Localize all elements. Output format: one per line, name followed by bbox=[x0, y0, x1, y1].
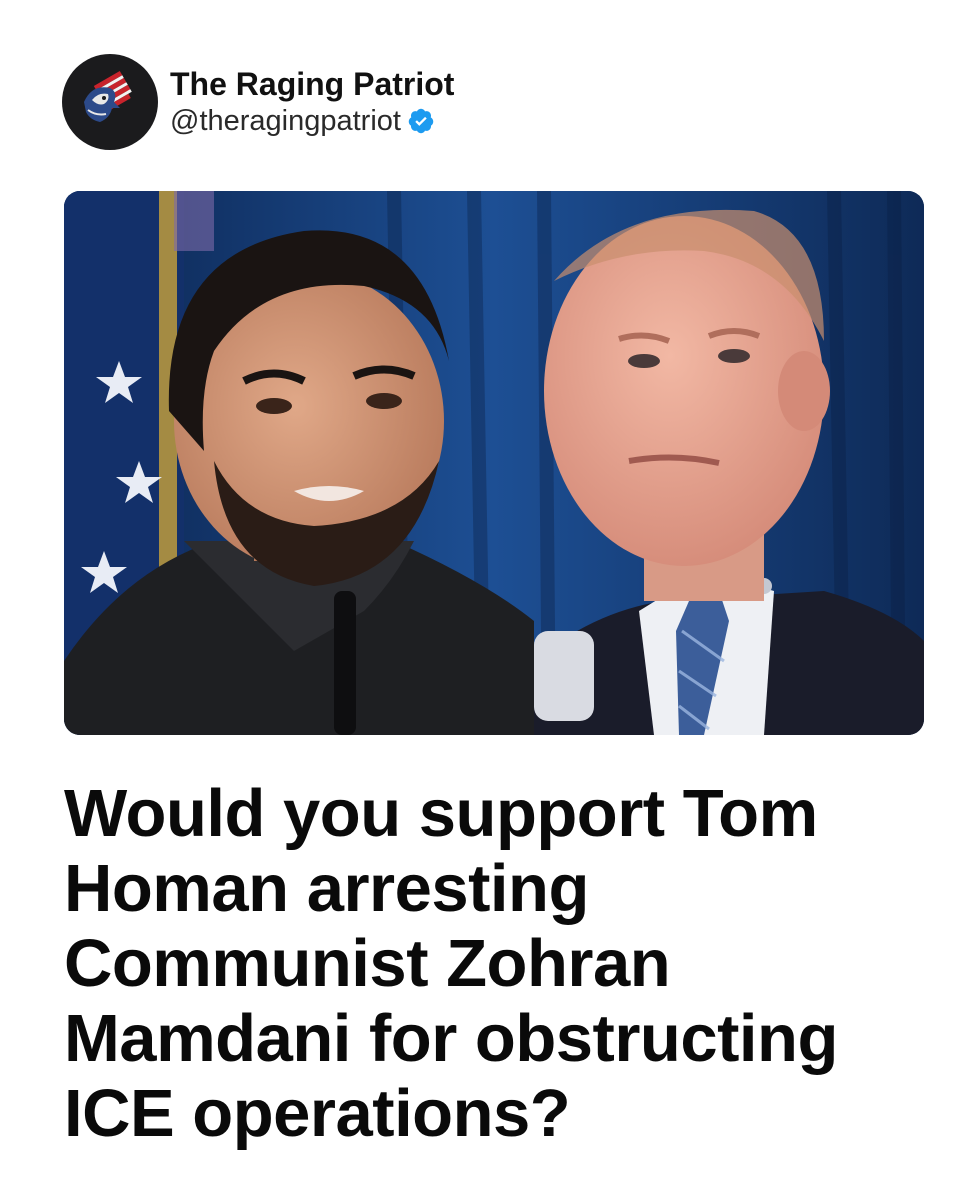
post-headline: Would you support Tom Homan arresting Co… bbox=[64, 776, 838, 1151]
social-post: The Raging Patriot @theragingpatriot Wou… bbox=[0, 0, 960, 1200]
post-header: The Raging Patriot @theragingpatriot bbox=[62, 54, 454, 150]
handle-row: @theragingpatriot bbox=[170, 103, 454, 139]
photo-illustration bbox=[64, 191, 924, 735]
post-photo[interactable] bbox=[64, 191, 924, 735]
account-identity: The Raging Patriot @theragingpatriot bbox=[170, 65, 454, 139]
avatar[interactable] bbox=[62, 54, 158, 150]
verified-badge-icon bbox=[408, 108, 434, 134]
patriot-logo-icon bbox=[84, 70, 132, 122]
display-name[interactable]: The Raging Patriot bbox=[170, 65, 454, 103]
account-handle[interactable]: @theragingpatriot bbox=[170, 103, 401, 139]
